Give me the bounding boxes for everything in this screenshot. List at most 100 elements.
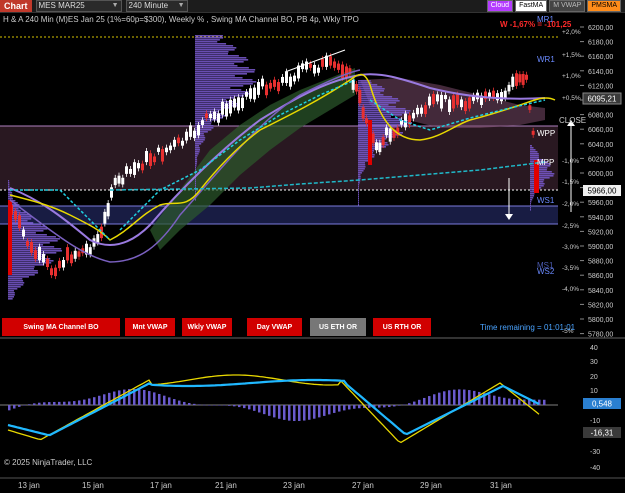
profile-bar bbox=[530, 155, 539, 157]
osc-hist-bar bbox=[228, 405, 231, 406]
candle-body bbox=[257, 82, 260, 95]
price-chart[interactable]: 6200,006180,006160,006140,006120,006100,… bbox=[0, 0, 625, 493]
osc-hist-bar bbox=[83, 399, 86, 405]
wkly-vwap-button[interactable]: Wkly VWAP bbox=[182, 318, 232, 336]
profile-bar bbox=[358, 194, 359, 196]
candle-body bbox=[38, 246, 41, 261]
osc-hist-bar bbox=[423, 397, 426, 405]
profile-bar bbox=[530, 207, 531, 209]
day-vwap-button[interactable]: Day VWAP bbox=[247, 318, 302, 336]
osc-hist-bar bbox=[463, 389, 466, 405]
candle-body bbox=[50, 268, 53, 276]
profile-bar bbox=[8, 228, 48, 230]
profile-bar bbox=[195, 73, 247, 75]
candle-body bbox=[34, 250, 37, 260]
current-price-text: 6095,21 bbox=[588, 95, 617, 104]
profile-bar bbox=[195, 109, 223, 111]
profile-bar bbox=[358, 154, 375, 156]
candle-body bbox=[70, 254, 73, 264]
price-tick: 5780,00 bbox=[588, 332, 613, 339]
candle-body bbox=[456, 94, 459, 105]
candle-body bbox=[440, 94, 443, 109]
profile-bar bbox=[530, 151, 538, 153]
candle-body bbox=[42, 253, 45, 263]
profile-bar bbox=[195, 155, 198, 157]
osc-hist-bar bbox=[218, 405, 221, 406]
price-tick: 5900,00 bbox=[588, 244, 613, 251]
profile-bar bbox=[195, 137, 206, 139]
profile-bar bbox=[195, 41, 218, 43]
profile-bar bbox=[530, 197, 534, 199]
percent-label: -2,0% bbox=[562, 201, 579, 208]
osc-hist-bar bbox=[388, 405, 391, 408]
profile-bar bbox=[8, 244, 44, 246]
profile-bar bbox=[195, 157, 197, 159]
candle-body bbox=[121, 177, 125, 185]
osc-hist-bar bbox=[383, 405, 386, 408]
candle-body bbox=[145, 151, 148, 163]
copyright: © 2025 NinjaTrader, LLC bbox=[4, 458, 93, 467]
osc-hist-bar bbox=[73, 401, 76, 405]
osc-hist-bar bbox=[428, 396, 431, 405]
candle-body bbox=[117, 175, 121, 184]
profile-bar bbox=[358, 96, 393, 98]
profile-bar bbox=[358, 202, 359, 204]
candle-body bbox=[193, 130, 196, 139]
osc-hist-bar bbox=[58, 401, 61, 405]
osc-hist-bar bbox=[168, 397, 171, 405]
profile-bar bbox=[195, 179, 196, 181]
profile-bar bbox=[195, 49, 235, 51]
profile-bar bbox=[8, 180, 10, 182]
candle-body bbox=[88, 247, 92, 255]
osc-hist-bar bbox=[28, 404, 31, 405]
osc-hist-bar bbox=[53, 401, 56, 405]
osc-hist-bar bbox=[258, 405, 261, 413]
profile-bar bbox=[358, 94, 384, 96]
profile-bar bbox=[358, 162, 366, 164]
candle-body bbox=[309, 63, 312, 68]
candle-body bbox=[412, 112, 415, 119]
profile-bar bbox=[195, 59, 249, 61]
profile-bar bbox=[358, 192, 359, 194]
candle-body bbox=[153, 156, 156, 163]
profile-bar bbox=[195, 95, 244, 97]
percent-label: -1,5% bbox=[562, 179, 579, 186]
candle-body bbox=[213, 111, 216, 120]
x-tick: 17 jan bbox=[150, 481, 172, 490]
price-tick: 5840,00 bbox=[588, 288, 613, 295]
profile-bar bbox=[8, 294, 15, 296]
osc-hist-bar bbox=[88, 398, 91, 405]
osc-hist-bar bbox=[163, 395, 166, 405]
candle-body bbox=[237, 97, 240, 111]
osc-hist-bar bbox=[78, 400, 81, 405]
candle-body bbox=[385, 127, 388, 136]
candle-body bbox=[221, 101, 224, 115]
profile-bar bbox=[8, 184, 10, 186]
candle-body bbox=[185, 131, 188, 141]
us-rth-or-button[interactable]: US RTH OR bbox=[373, 318, 431, 336]
profile-bar bbox=[8, 286, 21, 288]
profile-bar bbox=[8, 290, 14, 292]
osc-hist-bar bbox=[518, 399, 521, 405]
candle-body bbox=[448, 99, 451, 112]
level-label: WS1 bbox=[537, 196, 555, 205]
profile-bar bbox=[195, 67, 249, 69]
price-tick: 5920,00 bbox=[588, 229, 613, 236]
us-eth-or-button[interactable]: US ETH OR bbox=[310, 318, 366, 336]
candle-body bbox=[511, 76, 515, 87]
profile-bar bbox=[195, 91, 249, 93]
candle-body bbox=[521, 74, 525, 85]
osc-hist-bar bbox=[433, 394, 436, 405]
profile-bar bbox=[8, 272, 39, 274]
profile-bar bbox=[195, 101, 235, 103]
profile-bar bbox=[195, 37, 224, 39]
swing-ma-channel-button[interactable]: Swing MA Channel BO bbox=[2, 318, 120, 336]
profile-bar bbox=[8, 238, 60, 240]
osc-hist-bar bbox=[408, 403, 411, 405]
candle-body bbox=[293, 75, 296, 82]
osc-hist-bar bbox=[418, 399, 421, 405]
candle-body bbox=[137, 163, 140, 169]
profile-bar bbox=[195, 191, 196, 193]
osc-hist-bar bbox=[403, 404, 406, 406]
mnt-vwap-button[interactable]: Mnt VWAP bbox=[125, 318, 175, 336]
